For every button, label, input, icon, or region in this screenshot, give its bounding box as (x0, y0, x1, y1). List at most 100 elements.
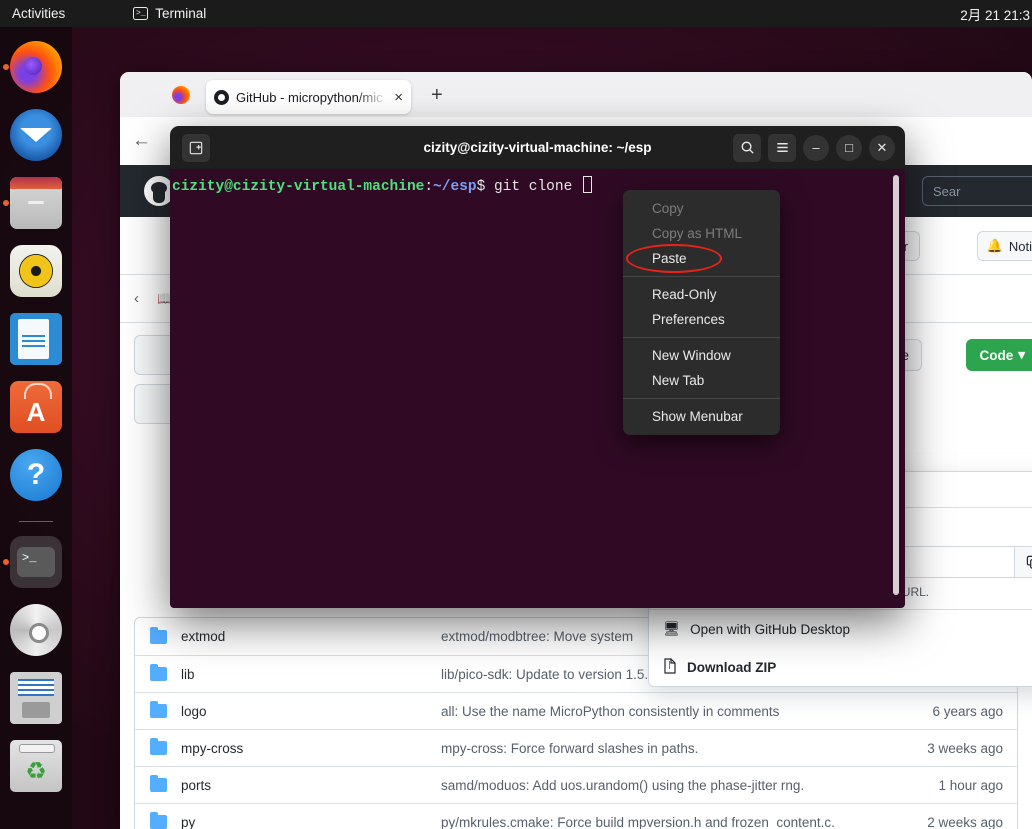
dock-item-disk-image[interactable] (10, 672, 62, 724)
ubuntu-software-icon (10, 381, 62, 433)
minimize-button[interactable]: – (803, 134, 829, 161)
menu-item-read-only[interactable]: Read-Only (623, 282, 780, 307)
commit-message[interactable]: mpy-cross: Force forward slashes in path… (441, 741, 899, 756)
dock-item-terminal[interactable] (3, 536, 62, 588)
download-zip-label: Download ZIP (687, 659, 777, 675)
zip-icon (663, 657, 677, 677)
open-with-github-desktop-item[interactable]: 🖥 Open with GitHub Desktop (649, 610, 1032, 648)
commit-message[interactable]: all: Use the name MicroPython consistent… (441, 704, 899, 719)
terminal-window: cizity@cizity-virtual-machine: ~/esp – □… (170, 126, 905, 608)
gnome-top-bar: Activities >_ Terminal 2月 21 21:3 (0, 0, 1032, 27)
hamburger-icon[interactable] (768, 133, 796, 162)
terminal-body[interactable]: cizity@cizity-virtual-machine:~/esp$ git… (170, 169, 905, 608)
menu-item-show-menubar[interactable]: Show Menubar (623, 404, 780, 429)
running-indicator-dot (3, 200, 9, 206)
folder-icon (135, 664, 181, 681)
files-icon (10, 177, 62, 229)
open-with-desktop-label: Open with GitHub Desktop (690, 621, 850, 637)
dock-item-firefox[interactable] (3, 41, 62, 93)
new-tab-button[interactable]: + (431, 84, 443, 107)
file-name[interactable]: ports (181, 778, 441, 793)
dock-separator (19, 521, 53, 522)
prompt-user: cizity@cizity-virtual-machine (172, 179, 425, 195)
code-button-label: Code (979, 347, 1014, 363)
floppy-disk-icon (10, 672, 62, 724)
menu-separator (623, 276, 780, 277)
back-arrow-icon[interactable]: ← (132, 130, 151, 152)
new-tab-icon[interactable] (182, 133, 210, 162)
dock-item-help[interactable] (10, 449, 62, 501)
dock-item-files[interactable] (3, 177, 62, 229)
download-zip-item[interactable]: Download ZIP (649, 648, 1032, 686)
active-app-label: Terminal (155, 6, 207, 21)
active-app-indicator[interactable]: >_ Terminal (133, 6, 206, 21)
terminal-icon (10, 536, 62, 588)
code-button[interactable]: Code ▾ (966, 339, 1032, 371)
libreoffice-icon (10, 313, 62, 365)
dock-item-libreoffice[interactable] (10, 313, 62, 365)
terminal-icon: >_ (133, 7, 149, 20)
table-row[interactable]: py py/mkrules.cmake: Force build mpversi… (135, 803, 1017, 829)
prompt-command: $ git clone (476, 179, 581, 195)
file-name[interactable]: py (181, 815, 441, 829)
ubuntu-dock (0, 27, 72, 829)
menu-item-new-tab[interactable]: New Tab (623, 368, 780, 393)
table-row[interactable]: logo all: Use the name MicroPython consi… (135, 692, 1017, 729)
terminal-cursor (582, 176, 592, 193)
dock-item-rhythmbox[interactable] (10, 245, 62, 297)
dock-item-trash[interactable] (10, 740, 62, 792)
menu-separator (623, 337, 780, 338)
folder-icon (135, 775, 181, 792)
table-row[interactable]: ports samd/moduos: Add uos.urandom() usi… (135, 766, 1017, 803)
file-name[interactable]: lib (181, 667, 441, 682)
dock-item-cd-drive[interactable] (10, 604, 62, 656)
commit-message[interactable]: samd/moduos: Add uos.urandom() using the… (441, 778, 899, 793)
maximize-button[interactable]: □ (836, 134, 862, 161)
menu-item-copy-as-html: Copy as HTML (652, 226, 743, 241)
menu-item-preferences[interactable]: Preferences (623, 307, 780, 332)
dock-item-appstore[interactable] (10, 381, 62, 433)
activities-button[interactable]: Activities (12, 6, 65, 21)
github-search-input[interactable]: Sear (922, 176, 1032, 206)
notifications-button[interactable]: 🔔 Noti (976, 231, 1032, 261)
close-icon[interactable]: × (394, 89, 403, 106)
folder-icon (135, 812, 181, 829)
commit-message[interactable]: py/mkrules.cmake: Force build mpversion.… (441, 815, 899, 829)
code-panel-items: 🖥 Open with GitHub Desktop Download ZIP (649, 609, 1032, 686)
running-indicator-dot (3, 559, 9, 565)
terminal-scrollbar[interactable] (893, 175, 899, 595)
copy-icon[interactable] (1014, 547, 1032, 577)
folder-icon (135, 701, 181, 718)
cd-drive-icon (10, 604, 62, 656)
table-row[interactable]: mpy-cross mpy-cross: Force forward slash… (135, 729, 1017, 766)
search-icon[interactable] (733, 133, 761, 162)
help-icon (10, 449, 62, 501)
browser-tab[interactable]: GitHub - micropython/mic × (206, 80, 411, 114)
running-indicator-dot (3, 64, 9, 70)
close-button[interactable]: ✕ (869, 134, 895, 161)
menu-item-new-window[interactable]: New Window (623, 343, 780, 368)
thunderbird-icon (10, 109, 62, 161)
menu-item-copy: Copy (652, 201, 684, 216)
file-name[interactable]: logo (181, 704, 441, 719)
firefox-icon (10, 41, 62, 93)
chevron-down-icon: ▾ (1018, 347, 1025, 362)
menu-separator (623, 398, 780, 399)
chevron-left-icon[interactable]: ‹ (134, 290, 139, 307)
clock[interactable]: 2月 21 21:3 (960, 0, 1032, 27)
file-name[interactable]: extmod (181, 629, 441, 644)
commit-time: 1 hour ago (938, 777, 1003, 793)
menu-item-paste[interactable]: Paste (623, 246, 780, 271)
dock-item-thunderbird[interactable] (10, 109, 62, 161)
folder-icon (135, 626, 181, 644)
desktop-icon: 🖥 (663, 621, 681, 636)
browser-tab-title: GitHub - micropython/mic (236, 89, 383, 105)
terminal-window-controls: – □ ✕ (733, 133, 905, 162)
file-name[interactable]: mpy-cross (181, 741, 441, 756)
prompt-separator: : (424, 179, 434, 195)
terminal-titlebar[interactable]: cizity@cizity-virtual-machine: ~/esp – □… (170, 126, 905, 169)
firefox-icon (172, 86, 190, 104)
bell-icon: 🔔 (986, 238, 1003, 253)
notifications-label: Noti (1008, 238, 1032, 254)
browser-tab-bar: GitHub - micropython/mic × + (120, 72, 1032, 117)
